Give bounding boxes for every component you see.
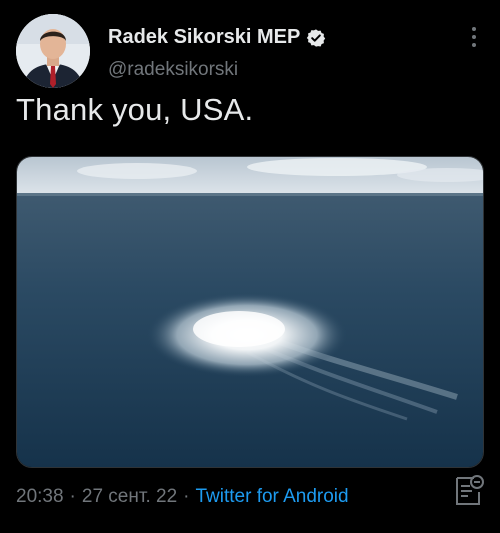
tweet-source-link[interactable]: Twitter for Android xyxy=(195,486,348,507)
tweet-meta: 20:38 · 27 сент. 22 · Twitter for Android xyxy=(16,486,349,508)
tweet-photo[interactable] xyxy=(16,156,484,468)
author-name-row[interactable]: Radek Sikorski MEP xyxy=(108,26,326,49)
sea-photo xyxy=(17,157,483,467)
author-name[interactable]: Radek Sikorski MEP xyxy=(108,26,300,49)
author-handle[interactable]: @radeksikorski xyxy=(108,59,238,81)
more-dot xyxy=(472,35,476,39)
more-dot xyxy=(472,27,476,31)
view-analytics-icon[interactable] xyxy=(452,474,484,508)
avatar-image xyxy=(16,14,90,88)
separator-dot: · xyxy=(183,486,190,507)
more-dot xyxy=(472,43,476,47)
tweet-time[interactable]: 20:38 xyxy=(16,486,64,507)
separator-dot: · xyxy=(69,486,76,507)
tweet-text: Thank you, USA. xyxy=(16,92,254,127)
more-options-icon[interactable] xyxy=(464,22,484,52)
verified-badge-icon xyxy=(306,28,326,48)
tweet-date[interactable]: 27 сент. 22 xyxy=(82,486,177,507)
avatar[interactable] xyxy=(16,14,90,88)
